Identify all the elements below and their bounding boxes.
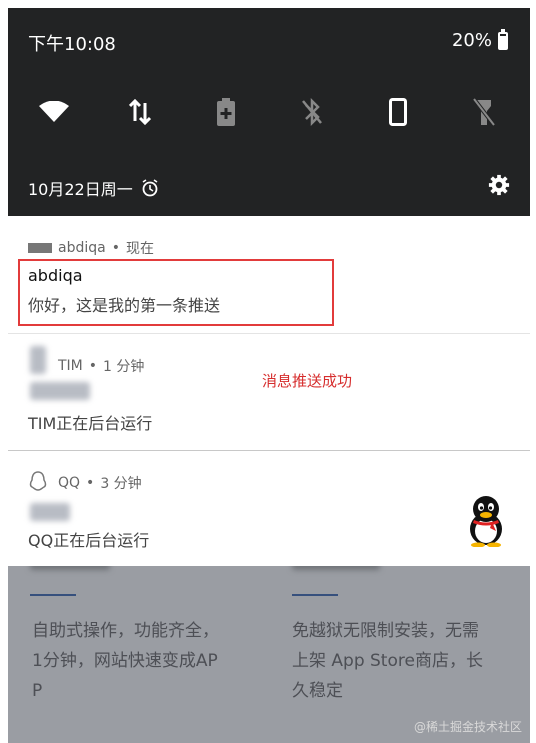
qq-app-icon — [29, 471, 47, 491]
push-success-annotation: 消息推送成功 — [262, 372, 353, 390]
flashlight-off-icon[interactable] — [464, 92, 504, 132]
separator-dot: • — [88, 358, 98, 374]
notification-tim[interactable]: TIM • 1 分钟 TIM正在后台运行 — [8, 333, 530, 450]
app-icon-placeholder — [28, 243, 52, 253]
bg-rule-left — [30, 594, 76, 596]
time-text: 3 分钟 — [100, 476, 142, 492]
data-transfer-icon[interactable] — [120, 92, 160, 132]
blurred-app-icon — [30, 346, 46, 374]
background-page: 自助式操作，功能齐全， 1分钟，网站快速变成AP P 免越狱无限制安装，无需 上… — [8, 566, 530, 743]
separator-dot: • — [111, 240, 120, 256]
notification-header: TIM • 1 分钟 — [58, 356, 144, 376]
notification-qq[interactable]: QQ • 3 分钟 QQ正在后台运行 — [8, 450, 530, 566]
notification-header: QQ • 3 分钟 — [58, 473, 142, 493]
gear-icon[interactable] — [488, 174, 510, 196]
blurred-title — [30, 503, 70, 521]
time-text: 现在 — [125, 241, 154, 257]
bg-rule-right — [292, 594, 338, 596]
date-row: 10月22日周一 — [28, 176, 159, 200]
bg-heading-right — [292, 566, 380, 575]
app-name: abdiqa — [58, 240, 106, 256]
battery-saver-icon[interactable] — [206, 92, 246, 132]
phone-icon[interactable] — [378, 92, 418, 132]
battery-icon — [498, 28, 508, 50]
blurred-title — [30, 382, 90, 400]
status-time: 下午10:08 — [28, 34, 116, 55]
notification-body: TIM正在后台运行 — [28, 414, 153, 433]
bg-text-right: 免越狱无限制安装，无需 上架 App Store商店，长 久稳定 — [292, 621, 483, 701]
date-text: 10月22日周一 — [28, 180, 133, 199]
battery-status: 20% — [451, 28, 508, 51]
time-text: 1 分钟 — [103, 359, 145, 375]
app-name: TIM — [58, 358, 83, 374]
wifi-icon[interactable] — [34, 92, 74, 132]
battery-percent: 20% — [451, 30, 492, 51]
alarm-icon — [142, 179, 158, 197]
notification-header: abdiqa • 现在 — [28, 238, 154, 258]
bluetooth-off-icon[interactable] — [292, 92, 332, 132]
watermark: @稀土掘金技术社区 — [413, 720, 522, 734]
notification-shade: 下午10:08 20% 10月22日周一 — [8, 8, 530, 216]
quick-settings — [8, 92, 530, 132]
bg-heading-left — [30, 566, 110, 575]
separator-dot: • — [86, 475, 95, 491]
app-name: QQ — [58, 475, 81, 491]
bg-text-left: 自助式操作，功能齐全， 1分钟，网站快速变成AP P — [32, 621, 219, 701]
notification-body: QQ正在后台运行 — [28, 531, 150, 550]
qq-penguin-icon — [470, 496, 502, 547]
highlight-box — [18, 259, 334, 326]
